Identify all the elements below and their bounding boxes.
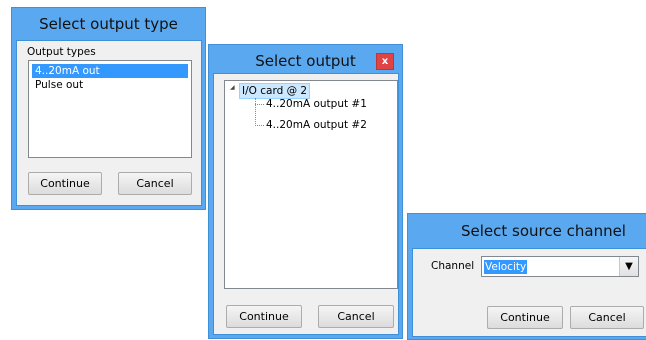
expand-collapse-icon[interactable]: ◢ xyxy=(230,84,235,91)
cancel-button[interactable]: Cancel xyxy=(570,306,644,329)
close-button[interactable]: x xyxy=(376,53,394,70)
tree-connector xyxy=(255,98,256,126)
select-source-channel-dialog: Select source channel Channel Velocity ▼… xyxy=(407,213,646,340)
dialog-client-area: Channel Velocity ▼ Continue Cancel xyxy=(412,248,646,337)
list-item[interactable]: 4..20mA out xyxy=(32,64,188,78)
tree-node-output-1[interactable]: 4..20mA output #1 xyxy=(266,97,367,111)
tree-connector xyxy=(255,104,264,105)
channel-label: Channel xyxy=(431,260,475,272)
dialog-client-area: Output types 4..20mA out Pulse out Conti… xyxy=(16,40,202,206)
select-output-dialog: Select output x ◢ I/O card @ 2 4..20mA o… xyxy=(208,44,403,339)
cancel-button[interactable]: Cancel xyxy=(318,305,394,328)
close-icon: x xyxy=(381,56,389,67)
tree-node-output-2[interactable]: 4..20mA output #2 xyxy=(266,118,367,132)
output-types-label: Output types xyxy=(27,46,96,58)
tree-connector xyxy=(255,125,264,126)
select-output-type-dialog: Select output type Output types 4..20mA … xyxy=(11,7,206,210)
cancel-button[interactable]: Cancel xyxy=(118,172,192,195)
dialog-title: Select output type xyxy=(39,15,178,33)
continue-button[interactable]: Continue xyxy=(226,305,302,328)
output-tree[interactable]: ◢ I/O card @ 2 4..20mA output #1 4..20mA… xyxy=(224,80,398,289)
continue-button[interactable]: Continue xyxy=(487,306,563,329)
dialog-client-area: ◢ I/O card @ 2 4..20mA output #1 4..20mA… xyxy=(213,73,399,335)
chevron-down-icon[interactable]: ▼ xyxy=(619,257,638,276)
continue-button[interactable]: Continue xyxy=(28,172,102,195)
output-types-listbox[interactable]: 4..20mA out Pulse out xyxy=(28,60,192,158)
list-item[interactable]: Pulse out xyxy=(32,78,188,92)
dialog-title: Select source channel xyxy=(461,222,626,240)
channel-selected-value: Velocity xyxy=(484,259,528,274)
channel-select[interactable]: Velocity ▼ xyxy=(481,256,639,277)
